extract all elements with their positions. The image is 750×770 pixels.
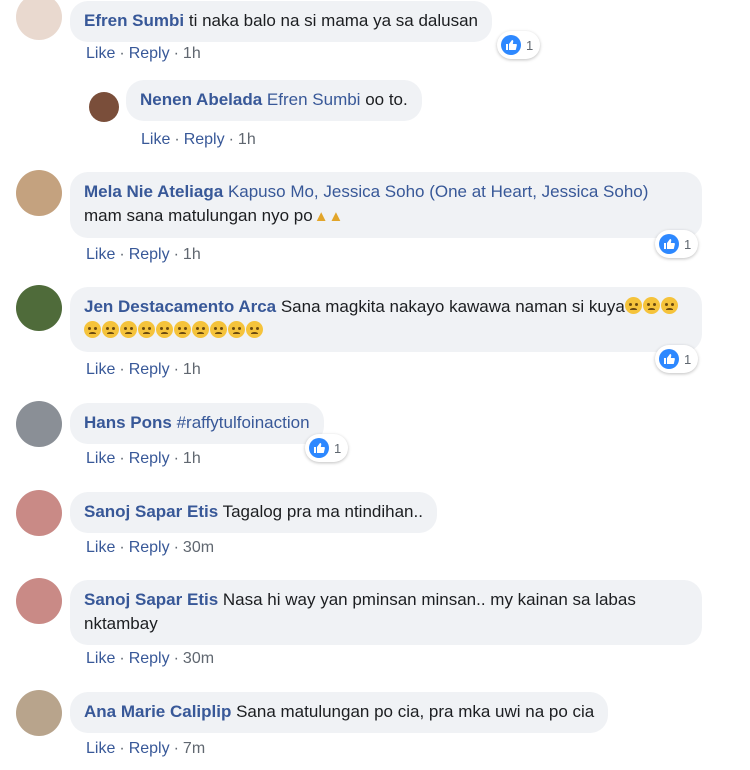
like-link[interactable]: Like xyxy=(86,650,115,667)
comment-actions: Like · Reply · 30m xyxy=(86,539,214,557)
reply-link[interactable]: Reply xyxy=(129,246,170,263)
like-icon xyxy=(659,234,679,254)
timestamp[interactable]: 7m xyxy=(183,740,205,757)
like-icon xyxy=(501,35,521,55)
comment-bubble: Efren Sumbi ti naka balo na si mama ya s… xyxy=(70,1,493,42)
like-link[interactable]: Like xyxy=(86,539,115,556)
separator: · xyxy=(173,650,179,667)
reaction-count[interactable]: 1 xyxy=(655,230,699,258)
comment-actions: Like · Reply · 1h xyxy=(86,246,201,264)
comment-text: oo to. xyxy=(360,90,408,109)
comment-author[interactable]: Efren Sumbi xyxy=(84,11,184,30)
separator: · xyxy=(174,131,180,148)
reaction-number: 1 xyxy=(526,37,534,53)
timestamp[interactable]: 30m xyxy=(183,650,214,667)
like-link[interactable]: Like xyxy=(86,740,115,757)
comment-bubble: Ana Marie Caliplip Sana matulungan po ci… xyxy=(70,692,609,733)
separator: · xyxy=(119,650,125,667)
comment-actions: Like · Reply · 1h xyxy=(141,131,256,149)
comment-actions: Like · Reply · 7m xyxy=(86,740,205,758)
like-link[interactable]: Like xyxy=(86,45,115,62)
comment-mention[interactable]: Kapuso Mo, Jessica Soho (One at Heart, J… xyxy=(228,182,648,201)
comment-text: Sana magkita nakayo kawawa naman si kuya xyxy=(276,297,625,316)
avatar[interactable] xyxy=(16,0,62,40)
reply-link[interactable]: Reply xyxy=(129,361,170,378)
reply-link[interactable]: Reply xyxy=(129,450,170,467)
like-link[interactable]: Like xyxy=(86,246,115,263)
separator: · xyxy=(119,361,125,378)
reply-link[interactable]: Reply xyxy=(129,650,170,667)
folded-hands-icon: ▲▲ xyxy=(313,208,344,225)
comment-bubble: Hans Pons #raffytulfoinaction xyxy=(70,403,324,444)
avatar[interactable] xyxy=(16,285,62,331)
separator: · xyxy=(173,45,179,62)
comment-bubble: Mela Nie Ateliaga Kapuso Mo, Jessica Soh… xyxy=(70,172,702,238)
comment-author[interactable]: Mela Nie Ateliaga xyxy=(84,182,223,201)
reaction-count[interactable]: 1 xyxy=(305,434,349,462)
separator: · xyxy=(119,246,125,263)
separator: · xyxy=(119,740,125,757)
comment-author[interactable]: Sanoj Sapar Etis xyxy=(84,502,218,521)
reaction-number: 1 xyxy=(684,236,692,252)
separator: · xyxy=(173,539,179,556)
comment-author[interactable]: Nenen Abelada xyxy=(140,90,262,109)
avatar[interactable] xyxy=(16,690,62,736)
separator: · xyxy=(119,45,125,62)
comment-mention[interactable]: Efren Sumbi xyxy=(267,90,361,109)
avatar[interactable] xyxy=(16,170,62,216)
reaction-count[interactable]: 1 xyxy=(655,345,699,373)
avatar[interactable] xyxy=(16,401,62,447)
like-link[interactable]: Like xyxy=(86,450,115,467)
comment-bubble: Jen Destacamento Arca Sana magkita nakay… xyxy=(70,287,702,352)
comment-author[interactable]: Sanoj Sapar Etis xyxy=(84,590,218,609)
reaction-number: 1 xyxy=(334,440,342,456)
like-icon xyxy=(659,349,679,369)
timestamp[interactable]: 1h xyxy=(238,131,256,148)
timestamp[interactable]: 1h xyxy=(183,45,201,62)
comment-author[interactable]: Hans Pons xyxy=(84,413,172,432)
separator: · xyxy=(173,246,179,263)
like-link[interactable]: Like xyxy=(141,131,170,148)
reply-link[interactable]: Reply xyxy=(184,131,225,148)
comment-text: Tagalog pra ma ntindihan.. xyxy=(218,502,423,521)
comment-actions: Like · Reply · 1h xyxy=(86,361,201,379)
timestamp[interactable]: 30m xyxy=(183,539,214,556)
reaction-number: 1 xyxy=(684,351,692,367)
comment-bubble: Nenen Abelada Efren Sumbi oo to. xyxy=(126,80,422,121)
comment-text: Sana matulungan po cia, pra mka uwi na p… xyxy=(231,702,595,721)
like-icon xyxy=(309,438,329,458)
like-link[interactable]: Like xyxy=(86,361,115,378)
reply-link[interactable]: Reply xyxy=(129,740,170,757)
avatar[interactable] xyxy=(16,490,62,536)
comment-text: ti naka balo na si mama ya sa dalusan xyxy=(184,11,479,30)
comment-text: mam sana matulungan nyo po xyxy=(84,206,313,225)
comment-actions: Like · Reply · 1h xyxy=(86,450,201,468)
avatar[interactable] xyxy=(16,578,62,624)
comment-author[interactable]: Ana Marie Caliplip xyxy=(84,702,231,721)
timestamp[interactable]: 1h xyxy=(183,450,201,467)
reaction-count[interactable]: 1 xyxy=(497,31,541,59)
timestamp[interactable]: 1h xyxy=(183,246,201,263)
comment-author[interactable]: Jen Destacamento Arca xyxy=(84,297,276,316)
reply-link[interactable]: Reply xyxy=(129,45,170,62)
comment-actions: Like · Reply · 30m xyxy=(86,650,214,668)
comment-actions: Like · Reply · 1h xyxy=(86,45,201,63)
comment-mention[interactable]: #raffytulfoinaction xyxy=(177,413,310,432)
comment-bubble: Sanoj Sapar Etis Nasa hi way yan pminsan… xyxy=(70,580,702,645)
separator: · xyxy=(173,450,179,467)
separator: · xyxy=(173,361,179,378)
separator: · xyxy=(173,740,179,757)
avatar[interactable] xyxy=(89,92,119,122)
timestamp[interactable]: 1h xyxy=(183,361,201,378)
reply-link[interactable]: Reply xyxy=(129,539,170,556)
comment-bubble: Sanoj Sapar Etis Tagalog pra ma ntindiha… xyxy=(70,492,437,533)
separator: · xyxy=(119,539,125,556)
separator: · xyxy=(228,131,234,148)
separator: · xyxy=(119,450,125,467)
